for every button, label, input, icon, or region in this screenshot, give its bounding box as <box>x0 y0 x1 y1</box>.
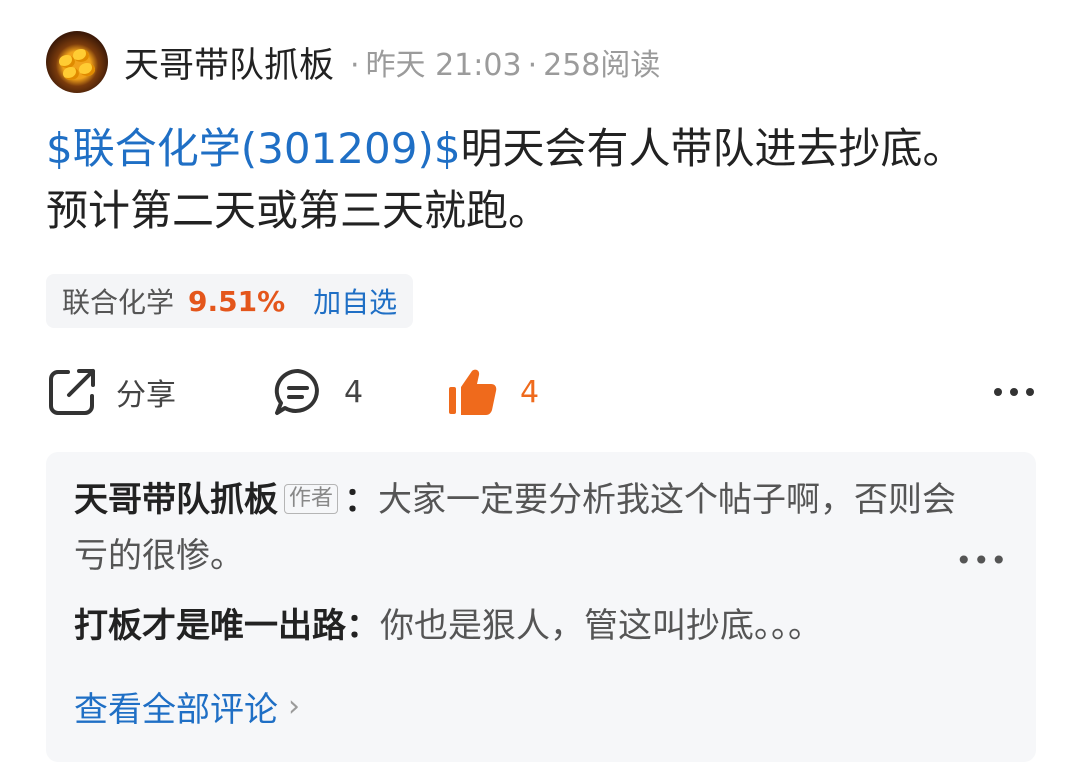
stock-chip-change: 9.51% <box>188 284 286 318</box>
comments-preview: 天哥带队抓板 作者 ：大家一定要分析我这个帖子啊，否则会亏的很惨。 ••• 打板才是… <box>46 452 1036 762</box>
thumbs-up-icon <box>446 365 500 419</box>
view-all-comments-link[interactable]: 查看全部评论 › <box>74 682 300 731</box>
comment-author[interactable]: 打板才是唯一出路 <box>74 606 346 646</box>
comment-button[interactable]: 4 <box>272 360 363 424</box>
comment-count: 4 <box>344 374 364 410</box>
stock-chip[interactable]: 联合化学 9.51% 加自选 <box>46 274 414 328</box>
chevron-right-icon: › <box>288 689 300 724</box>
comment-item[interactable]: 天哥带队抓板 作者 ：大家一定要分析我这个帖子啊，否则会亏的很惨。 <box>74 472 974 584</box>
more-options-button[interactable] <box>992 360 1036 424</box>
comment-colon: ： <box>346 606 380 646</box>
comment-more-icon[interactable]: ••• <box>955 544 1008 577</box>
like-count: 4 <box>520 374 540 410</box>
action-bar: 分享 4 4 <box>46 360 1036 424</box>
post-body: $联合化学(301209)$明天会有人带队进去抄底。预计第二天或第三天就跑。 <box>46 118 1006 242</box>
like-button[interactable]: 4 <box>446 360 539 424</box>
comment-item[interactable]: 打板才是唯一出路：你也是狠人，管这叫抄底。。。 <box>74 598 974 654</box>
comment-colon: ： <box>344 480 379 520</box>
read-count: 258阅读 <box>543 48 661 83</box>
add-watchlist-button[interactable]: 加自选 <box>313 281 397 321</box>
meta-separator: · <box>350 48 360 83</box>
stock-link[interactable]: $联合化学(301209)$ <box>46 124 461 173</box>
post-time: 昨天 21:03 <box>365 48 522 83</box>
post-meta: · 昨天 21:03 · 258阅读 <box>344 40 660 84</box>
comment-author[interactable]: 天哥带队抓板 <box>74 480 278 520</box>
author-name[interactable]: 天哥带队抓板 <box>124 37 334 88</box>
comment-icon <box>272 366 324 418</box>
share-label: 分享 <box>116 378 176 413</box>
share-icon <box>46 366 98 418</box>
share-button[interactable]: 分享 <box>46 360 176 424</box>
more-icon <box>992 386 1036 398</box>
avatar[interactable] <box>46 31 108 93</box>
author-badge: 作者 <box>284 483 339 514</box>
comment-text: 你也是狠人，管这叫抄底。。。 <box>380 606 822 646</box>
stock-chip-name: 联合化学 <box>62 286 175 319</box>
meta-separator: · <box>527 48 538 83</box>
view-all-label: 查看全部评论 <box>74 690 278 730</box>
post-header: 天哥带队抓板 · 昨天 21:03 · 258阅读 <box>46 30 660 94</box>
